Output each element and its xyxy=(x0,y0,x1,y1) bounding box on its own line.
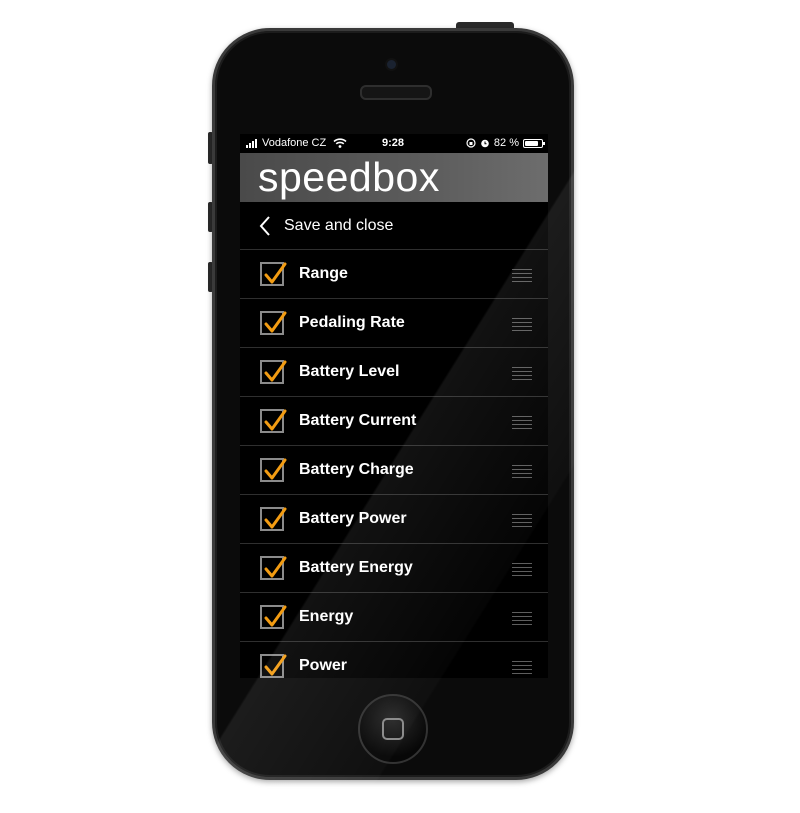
list-item[interactable]: Range xyxy=(240,250,548,299)
alarm-icon xyxy=(481,139,489,148)
list-item-label: Battery Charge xyxy=(299,461,414,478)
list-item-label: Energy xyxy=(299,608,354,625)
drag-handle-icon[interactable] xyxy=(512,563,532,579)
list-item-label: Battery Power xyxy=(299,510,407,527)
wifi-icon xyxy=(333,138,347,148)
metric-list: Range Pedaling Rate Battery Level Battery C… xyxy=(240,250,548,678)
orientation-lock-icon xyxy=(466,138,476,148)
list-item[interactable]: Battery Current xyxy=(240,397,548,446)
checkbox[interactable] xyxy=(260,311,287,335)
list-item[interactable]: Power xyxy=(240,642,548,678)
app-header: speedbox xyxy=(240,153,548,202)
checkmark-icon xyxy=(264,458,287,480)
drag-handle-icon[interactable] xyxy=(512,661,532,677)
drag-handle-icon[interactable] xyxy=(512,318,532,334)
drag-handle-icon[interactable] xyxy=(512,465,532,481)
list-item[interactable]: Battery Charge xyxy=(240,446,548,495)
list-item[interactable]: Energy xyxy=(240,593,548,642)
list-item-label: Power xyxy=(299,657,348,674)
checkbox[interactable] xyxy=(260,605,287,629)
checkmark-icon xyxy=(264,605,287,627)
save-and-close-button[interactable]: Save and close xyxy=(284,217,393,235)
home-button[interactable] xyxy=(358,694,428,764)
checkmark-icon xyxy=(264,654,287,676)
list-item-label: Range xyxy=(299,265,348,282)
checkbox[interactable] xyxy=(260,360,287,384)
battery-percent: 82 % xyxy=(493,137,519,149)
checkmark-icon xyxy=(264,507,287,529)
clock: 9:28 xyxy=(382,137,405,149)
list-item-label: Pedaling Rate xyxy=(299,314,405,331)
carrier-label: Vodafone CZ xyxy=(262,137,327,149)
checkmark-icon xyxy=(264,409,287,431)
checkbox[interactable] xyxy=(260,556,287,580)
checkbox[interactable] xyxy=(260,409,287,433)
list-item-label: Battery Energy xyxy=(299,559,413,576)
front-camera xyxy=(387,60,396,69)
nav-bar: Save and close xyxy=(240,202,548,250)
list-item[interactable]: Pedaling Rate xyxy=(240,299,548,348)
battery-icon xyxy=(523,138,545,148)
signal-icon xyxy=(246,138,257,148)
checkbox[interactable] xyxy=(260,262,287,286)
drag-handle-icon[interactable] xyxy=(512,367,532,383)
drag-handle-icon[interactable] xyxy=(512,269,532,285)
list-item[interactable]: Battery Level xyxy=(240,348,548,397)
earpiece-speaker xyxy=(360,85,432,100)
speedbox-logo: speedbox xyxy=(258,154,440,200)
drag-handle-icon[interactable] xyxy=(512,514,532,530)
checkmark-icon xyxy=(264,556,287,578)
checkbox[interactable] xyxy=(260,458,287,482)
checkmark-icon xyxy=(264,262,287,284)
list-item-label: Battery Level xyxy=(299,363,400,380)
phone-screen: Vodafone CZ 9:28 82 % speedbox Save and … xyxy=(240,134,548,678)
home-square-icon xyxy=(382,718,404,740)
checkbox[interactable] xyxy=(260,654,287,678)
drag-handle-icon[interactable] xyxy=(512,612,532,628)
drag-handle-icon[interactable] xyxy=(512,416,532,432)
list-item[interactable]: Battery Energy xyxy=(240,544,548,593)
checkmark-icon xyxy=(264,360,287,382)
checkbox[interactable] xyxy=(260,507,287,531)
chevron-left-icon[interactable] xyxy=(258,215,272,237)
status-bar: Vodafone CZ 9:28 82 % xyxy=(240,134,548,153)
list-item[interactable]: Battery Power xyxy=(240,495,548,544)
list-item-label: Battery Current xyxy=(299,412,417,429)
checkmark-icon xyxy=(264,311,287,333)
